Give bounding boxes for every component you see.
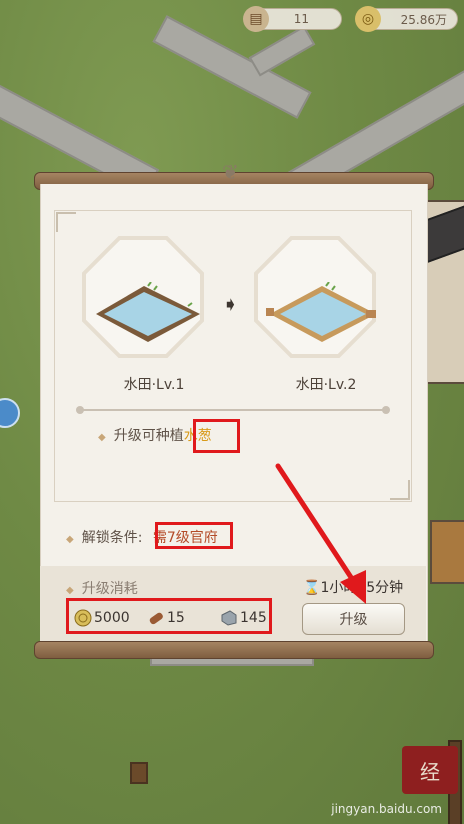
next-level-label: 水田·Lv.2 bbox=[295, 377, 357, 393]
upgrade-button-label: 升级 bbox=[339, 612, 368, 628]
watermark-text: jingyan.baidu.com bbox=[331, 802, 442, 816]
annotation-arrow bbox=[275, 463, 366, 604]
scroll-rod-bottom bbox=[34, 641, 434, 659]
resource-counter[interactable]: ▤ 11 bbox=[243, 6, 342, 32]
stone-path bbox=[152, 15, 312, 119]
bullet-icon: ◆ bbox=[98, 432, 106, 443]
arrow-right-icon: ➧ bbox=[222, 292, 239, 316]
scroll-icon: ▤ bbox=[243, 6, 269, 32]
cost-title: 升级消耗 bbox=[81, 581, 138, 597]
frame-corner bbox=[390, 480, 410, 500]
section-divider bbox=[76, 406, 390, 414]
unlock-crop-prefix: 升级可种植 bbox=[113, 428, 184, 444]
annotation-box bbox=[193, 419, 240, 453]
bullet-icon: ◆ bbox=[66, 534, 74, 545]
frame-corner bbox=[56, 212, 76, 232]
condition-label: 解锁条件: bbox=[81, 530, 143, 546]
annotation-box bbox=[155, 522, 233, 549]
annotation-box bbox=[66, 598, 272, 634]
coin-count: 25.86万 bbox=[400, 12, 447, 27]
stone-path bbox=[248, 25, 316, 77]
scroll-knot-icon: ❦ bbox=[222, 160, 239, 184]
bullet-icon: ◆ bbox=[66, 585, 74, 596]
rice-paddy-lv1-image bbox=[96, 282, 200, 342]
coin-icon: ◎ bbox=[355, 6, 381, 32]
building[interactable] bbox=[430, 520, 464, 584]
current-level-label: 水田·Lv.1 bbox=[123, 377, 185, 393]
coin-counter[interactable]: ◎ 25.86万 bbox=[355, 6, 458, 32]
rice-paddy-lv2-image bbox=[266, 282, 376, 342]
cost-title-row: ◆ 升级消耗 bbox=[66, 578, 138, 598]
tree-stump bbox=[130, 762, 148, 784]
resource-count: 11 bbox=[293, 12, 309, 26]
watermark-logo: 经 bbox=[402, 746, 458, 794]
